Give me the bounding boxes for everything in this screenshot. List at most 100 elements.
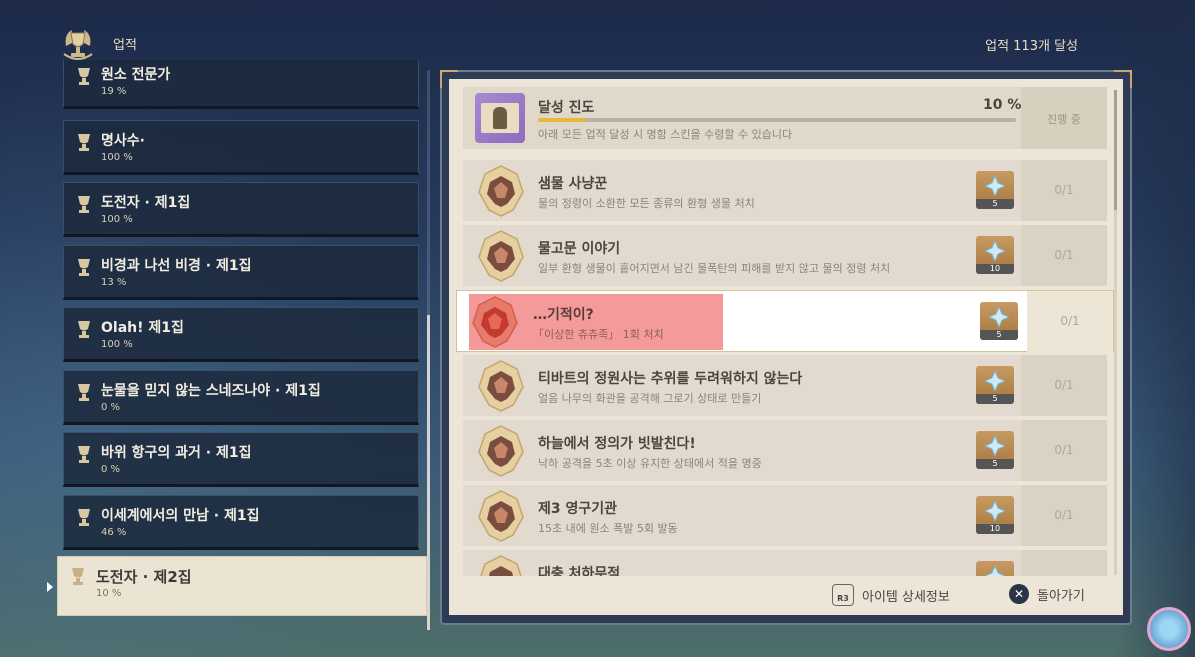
category-percent: 10 % — [96, 588, 122, 599]
achievement-medal-icon — [478, 360, 524, 412]
page-title: 업적 — [113, 38, 137, 53]
achievement-name: 대충 처하무적 — [538, 566, 621, 576]
achievement-count: 업적 113개 달성 — [985, 39, 1078, 54]
category-name: 명사수· — [101, 133, 145, 149]
category-emblem-icon — [78, 259, 90, 276]
cross-key-icon: ✕ — [1009, 584, 1029, 604]
achievement-name: 물고문 이야기 — [538, 241, 621, 257]
achievement-name: 하늘에서 정의가 빗발친다! — [538, 436, 696, 452]
paimon-menu-icon[interactable] — [1147, 607, 1191, 651]
category-percent: 100 % — [101, 339, 133, 350]
scrollbar-thumb[interactable] — [427, 315, 430, 630]
category-emblem-icon — [78, 68, 90, 85]
achievement-row[interactable]: 물고문 이야기 일부 환형 생물이 흩어지면서 남긴 물폭탄의 피해를 받지 않… — [463, 225, 1107, 286]
category-emblem-icon — [78, 384, 90, 401]
achievement-emblem-icon — [63, 30, 93, 60]
category-item[interactable]: 원소 전문가 19 % — [63, 60, 419, 109]
achievement-medal-icon — [478, 230, 524, 282]
category-name: 원소 전문가 — [101, 67, 171, 83]
category-item[interactable]: 눈물을 믿지 않는 스네즈나야 · 제1집 0 % — [63, 370, 419, 425]
category-item[interactable]: 비경과 나선 비경 · 제1집 13 % — [63, 245, 419, 300]
category-emblem-icon — [78, 134, 90, 151]
primogem-icon — [985, 176, 1005, 196]
item-detail-button[interactable]: R3 아이템 상세정보 — [832, 584, 950, 606]
category-name: 눈물을 믿지 않는 스네즈나야 · 제1집 — [101, 383, 321, 399]
achievement-medal-icon — [478, 425, 524, 477]
achievement-medal-icon — [478, 165, 524, 217]
primogem-icon — [985, 371, 1005, 391]
back-label: 돌아가기 — [1037, 588, 1085, 604]
achievement-medal-icon — [478, 490, 524, 542]
achievement-row[interactable]: 제3 영구기관 15초 내에 원소 폭발 5회 발동 10 0/1 — [463, 485, 1107, 546]
category-percent: 46 % — [101, 527, 127, 538]
item-detail-label: 아이템 상세정보 — [862, 589, 950, 605]
reward-amount: 10 — [976, 264, 1014, 274]
category-percent: 0 % — [101, 464, 121, 475]
category-name: 비경과 나선 비경 · 제1집 — [101, 258, 252, 274]
progress-bar — [538, 118, 1016, 122]
category-name: 이세계에서의 만남 · 제1집 — [101, 508, 260, 524]
reward-amount: 5 — [976, 199, 1014, 209]
primogem-reward[interactable]: 10 — [976, 236, 1014, 274]
achievement-status: 0/1 — [1054, 183, 1074, 197]
achievement-row[interactable]: 티바트의 정원사는 추위를 두려워하지 않는다 얼음 나무의 화관을 공격해 그… — [463, 355, 1107, 416]
primogem-reward[interactable]: 10 — [976, 496, 1014, 534]
achievement-description: 「이상한 츄츄족」 1회 처치 — [533, 328, 664, 341]
category-emblem-icon — [72, 568, 84, 585]
achievement-row-selected[interactable]: …기적이? 「이상한 츄츄족」 1회 처치 5 0/1 — [456, 290, 1114, 352]
progress-description: 아래 모든 업적 달성 시 명함 스킨을 수령할 수 있습니다 — [538, 128, 793, 141]
selection-arrow-icon — [47, 582, 53, 592]
reward-amount: 5 — [976, 394, 1014, 404]
progress-status: 진행 중 — [1047, 113, 1081, 126]
progress-title: 달성 진도 — [538, 100, 595, 116]
reward-amount: 10 — [976, 524, 1014, 534]
category-emblem-icon — [78, 196, 90, 213]
category-name: 도전자 · 제1집 — [101, 195, 191, 211]
category-item[interactable]: 바위 항구의 과거 · 제1집 0 % — [63, 432, 419, 487]
reward-amount: 5 — [980, 330, 1018, 340]
achievement-name: …기적이? — [533, 307, 594, 323]
category-item[interactable]: Olah! 제1집 100 % — [63, 307, 419, 362]
frame-corner-ornament — [440, 70, 458, 88]
namecard-reward-icon — [475, 93, 525, 143]
achievement-medal-icon — [472, 296, 518, 348]
primogem-reward[interactable]: 5 — [976, 431, 1014, 469]
achievement-status: 0/1 — [1054, 378, 1074, 392]
category-item[interactable]: 명사수· 100 % — [63, 120, 419, 175]
primogem-reward[interactable]: 5 — [980, 302, 1018, 340]
achievement-status: 0/1 — [1054, 443, 1074, 457]
category-percent: 19 % — [101, 86, 127, 97]
category-percent: 100 % — [101, 214, 133, 225]
category-item-selected[interactable]: 도전자 · 제2집 10 % — [57, 556, 427, 616]
category-name: 바위 항구의 과거 · 제1집 — [101, 445, 252, 461]
category-percent: 0 % — [101, 402, 121, 413]
category-emblem-icon — [78, 446, 90, 463]
back-button[interactable]: ✕ 돌아가기 — [1009, 584, 1085, 604]
achievement-list[interactable]: 샘물 사냥꾼 물의 정령이 소환한 모든 종류의 환형 생물 처치 5 0/1 … — [449, 160, 1123, 576]
primogem-reward[interactable]: 5 — [976, 171, 1014, 209]
primogem-reward[interactable]: 5 — [976, 366, 1014, 404]
achievement-description: 얼음 나무의 화관을 공격해 그로기 상태로 만들기 — [538, 392, 762, 405]
achievement-row[interactable]: 대충 처하무적 — [463, 550, 1107, 576]
primogem-reward[interactable] — [976, 561, 1014, 576]
category-name: 도전자 · 제2집 — [96, 568, 192, 586]
achievement-scrollbar[interactable] — [1114, 90, 1117, 575]
primogem-icon — [985, 566, 1005, 576]
category-percent: 13 % — [101, 277, 127, 288]
achievement-row[interactable]: 하늘에서 정의가 빗발친다! 낙하 공격을 5초 이상 유지한 상태에서 적을 … — [463, 420, 1107, 481]
category-scrollbar[interactable] — [427, 70, 430, 630]
category-emblem-icon — [78, 509, 90, 526]
achievement-status-area — [1021, 550, 1107, 576]
reward-amount: 5 — [976, 459, 1014, 469]
category-item[interactable]: 도전자 · 제1집 100 % — [63, 182, 419, 237]
category-list[interactable]: 원소 전문가 19 % 명사수· 100 % 도전자 · 제1집 100 % 비… — [63, 60, 419, 620]
category-name: Olah! 제1집 — [101, 320, 184, 336]
achievement-status: 0/1 — [1060, 314, 1080, 328]
achievement-row[interactable]: 샘물 사냥꾼 물의 정령이 소환한 모든 종류의 환형 생물 처치 5 0/1 — [463, 160, 1107, 221]
achievement-description: 물의 정령이 소환한 모든 종류의 환형 생물 처치 — [538, 197, 755, 210]
achievement-medal-icon — [480, 555, 522, 576]
category-item[interactable]: 이세계에서의 만남 · 제1집 46 % — [63, 495, 419, 550]
achievement-status: 0/1 — [1054, 508, 1074, 522]
scrollbar-thumb[interactable] — [1114, 90, 1117, 210]
primogem-icon — [985, 241, 1005, 261]
